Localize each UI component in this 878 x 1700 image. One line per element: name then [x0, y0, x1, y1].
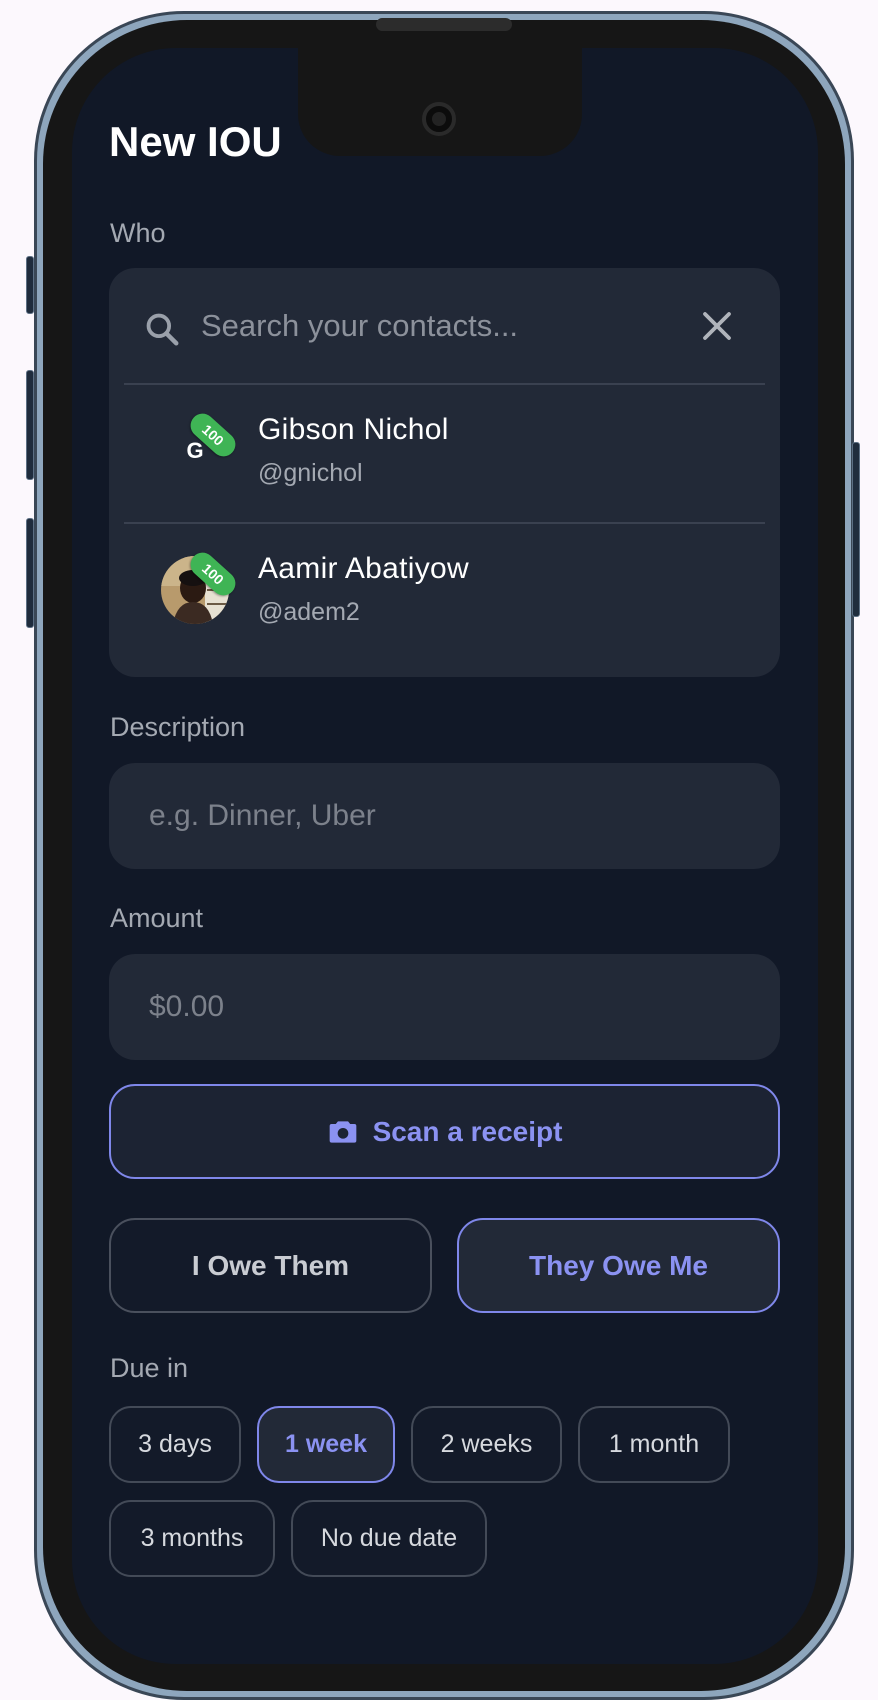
- scan-receipt-button[interactable]: Scan a receipt: [109, 1084, 780, 1179]
- due-chip-3-months[interactable]: 3 months: [109, 1500, 275, 1577]
- volume-down-button: [26, 518, 34, 628]
- description-label: Description: [110, 712, 246, 742]
- avatar: 100: [161, 547, 241, 624]
- amount-field: [109, 954, 780, 1060]
- due-chip-3-days[interactable]: 3 days: [109, 1406, 241, 1483]
- they-owe-me-label: They Owe Me: [529, 1249, 708, 1281]
- contact-search-input[interactable]: [199, 298, 639, 354]
- due-chip-2-weeks[interactable]: 2 weeks: [411, 1406, 562, 1483]
- power-button: [852, 442, 860, 617]
- due-chip-label: 3 months: [140, 1524, 244, 1552]
- due-chip-label: 2 weeks: [440, 1430, 533, 1458]
- due-in-label: Due in: [110, 1353, 189, 1383]
- i-owe-them-label: I Owe Them: [191, 1249, 350, 1281]
- description-input[interactable]: [147, 787, 747, 845]
- due-chip-label: 1 month: [608, 1430, 700, 1458]
- avatar: G 100: [161, 408, 241, 485]
- amount-label: Amount: [110, 903, 204, 933]
- app-screen: New IOU Who G 100 Gibson Nichol @gnichol: [72, 48, 818, 1664]
- camera-icon: [329, 1120, 356, 1143]
- silent-switch: [26, 256, 34, 314]
- due-chip-label: No due date: [320, 1524, 458, 1552]
- volume-up-button: [26, 370, 34, 480]
- search-icon: [146, 313, 179, 346]
- they-owe-me-button[interactable]: They Owe Me: [457, 1218, 780, 1313]
- contact-search-row: [109, 268, 780, 383]
- due-chip-1-week[interactable]: 1 week: [257, 1406, 395, 1483]
- amount-input[interactable]: [147, 978, 747, 1036]
- page-title: New IOU: [109, 118, 282, 165]
- camera-notch: [298, 48, 582, 156]
- i-owe-them-button[interactable]: I Owe Them: [109, 1218, 432, 1313]
- scan-receipt-label: Scan a receipt: [372, 1115, 563, 1147]
- contact-picker-card: G 100 Gibson Nichol @gnichol: [109, 268, 780, 677]
- who-label: Who: [110, 218, 166, 248]
- speaker-grille: [376, 18, 512, 31]
- due-chip-1-month[interactable]: 1 month: [578, 1406, 730, 1483]
- due-chip-label: 1 week: [284, 1430, 367, 1458]
- due-chip-label: 3 days: [138, 1430, 212, 1458]
- contact-list-item[interactable]: G 100 Gibson Nichol @gnichol: [109, 385, 780, 513]
- close-icon[interactable]: [701, 310, 733, 342]
- contact-name: Gibson Nichol: [258, 413, 449, 446]
- contact-name: Aamir Abatiyow: [258, 552, 469, 585]
- front-camera: [422, 102, 456, 136]
- contact-handle: @gnichol: [258, 459, 363, 487]
- description-field: [109, 763, 780, 869]
- contact-list-item[interactable]: 100 Aamir Abatiyow @adem2: [109, 524, 780, 652]
- contact-handle: @adem2: [258, 598, 360, 626]
- due-chip-no-due-date[interactable]: No due date: [291, 1500, 487, 1577]
